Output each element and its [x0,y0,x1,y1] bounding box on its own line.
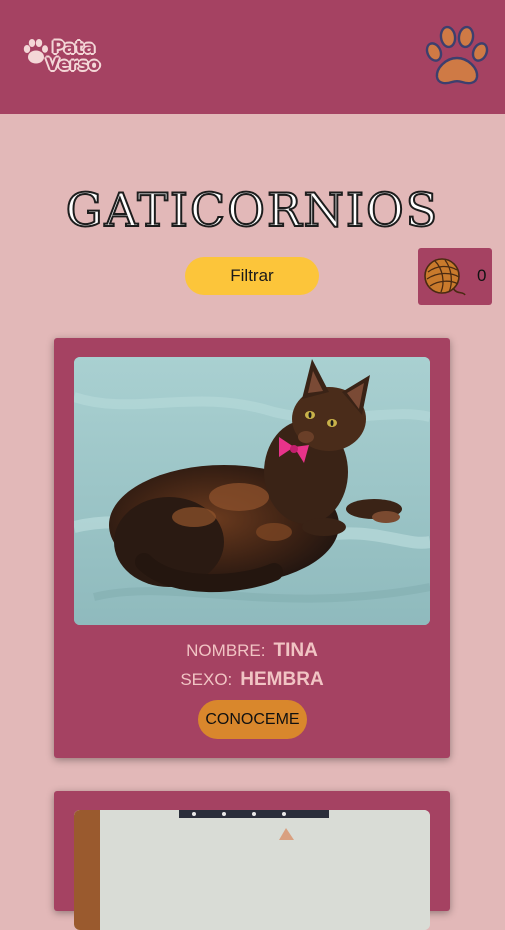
logo-text: Pata Verso [40,40,100,74]
paw-icon[interactable] [424,24,490,88]
yarn-ball-icon [424,258,466,296]
pet-name-row: NOMBRE: TINA [54,640,450,662]
cart-widget[interactable]: 0 [418,248,492,305]
cart-count: 0 [477,266,487,285]
pet-sex-label: SEXO: [180,670,233,689]
page-title: GATICORNIOS [65,182,440,238]
pet-sex-row: SEXO: HEMBRA [54,669,450,691]
pet-card [54,791,450,930]
logo-line-2: Verso [46,55,100,75]
cat-photo-image [74,810,430,930]
pet-name-value: TINA [273,640,318,661]
pet-name-label: NOMBRE: [186,641,266,660]
pet-photo [74,357,430,625]
filter-button[interactable]: Filtrar [185,257,319,295]
pet-photo [74,810,430,930]
pet-sex-value: HEMBRA [240,669,324,690]
cat-photo-image [74,357,430,625]
pet-card: NOMBRE: TINA SEXO: HEMBRA CONOCEME [54,338,450,758]
site-header: Pata Verso [0,0,505,114]
meet-button[interactable]: CONOCEME [198,700,307,739]
patavers-logo[interactable]: Pata Verso [22,36,100,78]
